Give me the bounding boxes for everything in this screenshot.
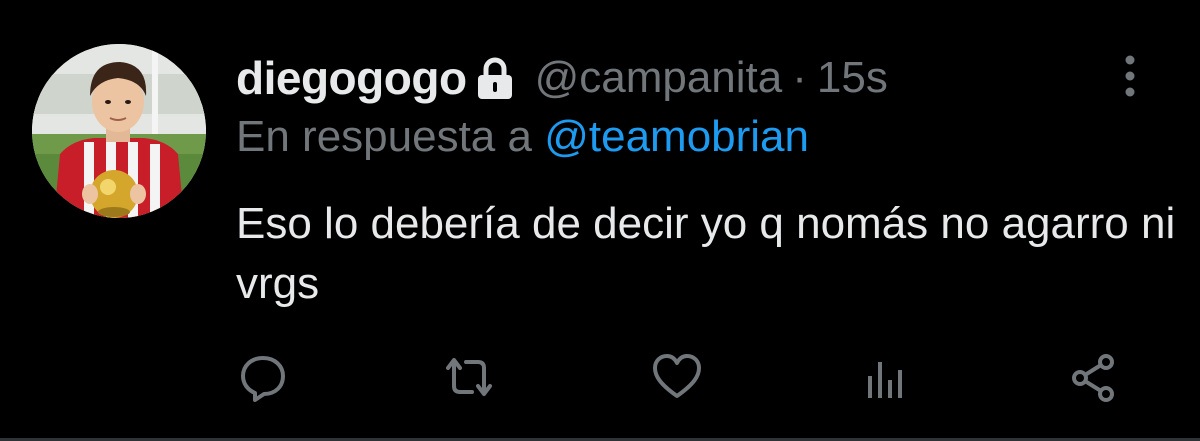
share-button[interactable] [1066, 350, 1120, 404]
tweet: diegogogo @campanita · 15s En respuesta … [0, 0, 1200, 441]
heart-icon [653, 354, 701, 398]
handle[interactable]: @campanita [535, 53, 783, 103]
reply-prefix: En respuesta a [236, 112, 532, 161]
timestamp[interactable]: 15s [817, 53, 888, 103]
analytics-icon [868, 362, 902, 398]
reply-button[interactable] [236, 350, 290, 404]
lock-icon [475, 56, 515, 100]
tweet-header: diegogogo @campanita · 15s [236, 50, 888, 106]
reply-mention-link[interactable]: @teamobrian [544, 112, 809, 161]
avatar-image [32, 44, 206, 218]
display-name[interactable]: diegogogo [236, 51, 467, 105]
analytics-button[interactable] [858, 350, 912, 404]
reply-icon [241, 356, 285, 402]
like-button[interactable] [650, 350, 704, 404]
more-vertical-icon[interactable] [1118, 54, 1142, 98]
action-bar [0, 350, 1200, 420]
retweet-button[interactable] [442, 350, 496, 404]
avatar[interactable] [32, 44, 206, 218]
retweet-icon [446, 358, 492, 396]
tweet-text: Eso lo debería de decir yo q nomás no ag… [236, 199, 1176, 308]
separator-dot: · [792, 53, 807, 102]
share-icon [1072, 354, 1114, 402]
reply-context: En respuesta a @teamobrian [236, 112, 809, 162]
